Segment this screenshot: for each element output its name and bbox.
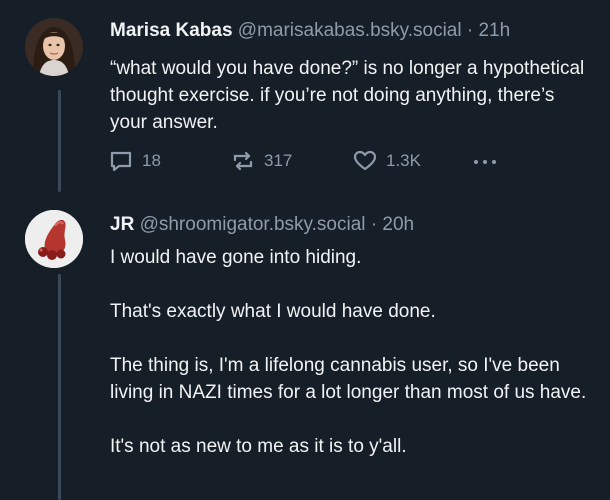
repost-count: 317 [264,151,293,170]
like-icon [353,150,377,171]
repost-button[interactable]: 317 [230,148,292,174]
like-count: 1.3K [386,151,421,170]
paragraph-1: I would have gone into hiding. [110,247,362,268]
reply-button[interactable]: 18 [108,148,161,174]
more-dot [474,160,478,164]
post-marisa[interactable]: Marisa Kabas @marisakabas.bsky.social · … [0,0,610,200]
author-name[interactable]: Marisa Kabas [110,20,233,41]
post-actions: 18 317 1.3K [108,148,508,176]
post-body: “what would you have done?” is no longer… [110,58,585,133]
paragraph-4: It's not as new to me as it is to y'all. [110,436,407,457]
post-time[interactable]: 20h [382,214,414,235]
post-text: “what would you have done?” is no longer… [110,55,590,136]
paragraph-2: That's exactly what I would have done. [110,301,436,322]
paragraph-3: The thing is, I'm a lifelong cannabis us… [110,355,587,403]
post-jr[interactable]: JR @shroomigator.bsky.social · 20h I wou… [0,200,610,500]
reply-icon [110,151,132,172]
avatar[interactable] [25,210,83,268]
separator: · [466,20,474,41]
repost-icon [233,151,253,171]
post-header: JR @shroomigator.bsky.social · 20h [110,212,414,238]
post-time[interactable]: 21h [478,20,510,41]
reply-count: 18 [142,151,161,170]
author-handle[interactable]: @shroomigator.bsky.social [140,214,366,235]
more-dot [483,160,487,164]
author-name[interactable]: JR [110,214,134,235]
more-dot [492,160,496,164]
like-button[interactable]: 1.3K [352,148,421,174]
post-header: Marisa Kabas @marisakabas.bsky.social · … [110,18,510,44]
post-text: I would have gone into hiding. That's ex… [110,244,590,460]
author-handle[interactable]: @marisakabas.bsky.social [238,20,462,41]
more-options-icon[interactable] [474,148,496,176]
separator: · [370,214,378,235]
avatar[interactable] [25,18,83,76]
